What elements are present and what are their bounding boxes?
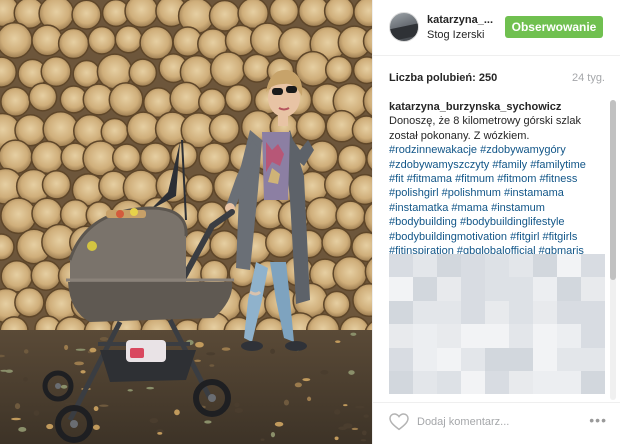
blur-cell	[389, 347, 414, 372]
blur-cell	[485, 347, 510, 372]
blur-cell	[485, 371, 510, 394]
hashtag-link[interactable]: #zdobywamygóry	[480, 144, 566, 156]
hashtag-link[interactable]: #instamatka	[389, 202, 448, 214]
heart-outline-icon[interactable]	[389, 413, 409, 431]
post-header: katarzyna_... Stog Izerski Obserwowanie	[373, 0, 620, 56]
hashtag-link[interactable]: #fitgirl	[510, 231, 539, 243]
avatar[interactable]	[389, 12, 419, 42]
more-options-icon[interactable]: •••	[589, 412, 607, 428]
hashtag-link[interactable]: #fitgirls	[543, 231, 578, 243]
follow-button[interactable]: Obserwowanie	[505, 16, 603, 38]
blur-cell	[461, 371, 486, 394]
location-link[interactable]: Stog Izerski	[427, 29, 484, 41]
hashtag-link[interactable]: #family	[492, 159, 527, 171]
blur-cell	[485, 324, 510, 349]
blur-cell	[485, 300, 510, 325]
blur-cell	[461, 324, 486, 349]
hashtag-link[interactable]: #fitmama	[407, 173, 452, 185]
post-caption: katarzyna_burzynska_sychowicz Donoszę, ż…	[389, 100, 599, 258]
comment-input[interactable]	[417, 412, 567, 432]
blur-cell	[581, 371, 605, 394]
blur-cell	[389, 254, 414, 278]
post-side-panel: katarzyna_... Stog Izerski Obserwowanie …	[372, 0, 620, 444]
hashtag-link[interactable]: #bodybuilding	[389, 216, 457, 228]
hashtag-link[interactable]: #fit	[389, 173, 404, 185]
blur-cell	[581, 347, 605, 372]
scrollbar-thumb[interactable]	[610, 100, 616, 280]
hashtag-link[interactable]: #fitness	[539, 173, 577, 185]
blur-cell	[533, 371, 558, 394]
blur-cell	[581, 277, 605, 302]
hashtag-link[interactable]: #bodybuildinglifestyle	[460, 216, 565, 228]
blur-cell	[509, 371, 534, 394]
blur-cell	[557, 324, 582, 349]
blur-cell	[437, 254, 462, 278]
blur-cell	[533, 324, 558, 349]
post-viewer: katarzyna_... Stog Izerski Obserwowanie …	[0, 0, 620, 444]
blur-cell	[557, 300, 582, 325]
post-stats: Liczba polubień: 250 24 tyg.	[389, 72, 605, 86]
photo-illustration	[0, 0, 372, 444]
blur-cell	[557, 254, 582, 278]
blur-cell	[509, 277, 534, 302]
blur-cell	[509, 324, 534, 349]
blur-cell	[533, 277, 558, 302]
blur-cell	[389, 300, 414, 325]
blur-cell	[461, 277, 486, 302]
hashtag-link[interactable]: #polishgirl	[389, 187, 439, 199]
blur-cell	[437, 324, 462, 349]
blur-cell	[389, 324, 414, 349]
blur-cell	[413, 324, 438, 349]
blur-cell	[413, 347, 438, 372]
blur-cell	[509, 347, 534, 372]
blur-cell	[557, 277, 582, 302]
blur-cell	[437, 347, 462, 372]
blur-cell	[461, 347, 486, 372]
blurred-comments	[389, 254, 605, 394]
blur-cell	[485, 277, 510, 302]
blur-cell	[485, 254, 510, 278]
username-link[interactable]: katarzyna_...	[427, 14, 493, 26]
blur-cell	[461, 300, 486, 325]
hashtag-link[interactable]: #fitmum	[455, 173, 494, 185]
hashtag-link[interactable]: #fitmom	[497, 173, 536, 185]
blur-cell	[461, 254, 486, 278]
hashtag-link[interactable]: #bodybuildingmotivation	[389, 231, 507, 243]
blur-cell	[533, 300, 558, 325]
hashtag-link[interactable]: #familytime	[530, 159, 586, 171]
blur-cell	[413, 300, 438, 325]
blur-cell	[533, 347, 558, 372]
blur-cell	[533, 254, 558, 278]
caption-text: Donoszę, że 8 kilometrowy górski szlak z…	[389, 115, 581, 142]
likes-count[interactable]: Liczba polubień: 250	[389, 72, 497, 84]
caption-scrollbar[interactable]	[610, 100, 616, 400]
hashtag-link[interactable]: #instamama	[504, 187, 564, 199]
caption-username-link[interactable]: katarzyna_burzynska_sychowicz	[389, 101, 561, 113]
blur-cell	[437, 277, 462, 302]
blur-cell	[437, 300, 462, 325]
hashtag-link[interactable]: #rodzinnewakacje	[389, 144, 477, 156]
blur-cell	[509, 254, 534, 278]
blur-cell	[413, 277, 438, 302]
blur-cell	[557, 347, 582, 372]
hashtag-link[interactable]: #zdobywamyszczyty	[389, 159, 489, 171]
hashtag-link[interactable]: #mama	[451, 202, 488, 214]
post-age[interactable]: 24 tyg.	[572, 72, 605, 84]
post-footer: •••	[373, 402, 620, 444]
blur-cell	[437, 371, 462, 394]
hashtag-link[interactable]: #polishmum	[442, 187, 501, 199]
blur-cell	[413, 254, 438, 278]
hashtag-link[interactable]: #instamum	[491, 202, 545, 214]
blur-cell	[581, 254, 605, 278]
post-photo[interactable]	[0, 0, 372, 444]
blur-cell	[557, 371, 582, 394]
blur-cell	[389, 277, 414, 302]
blur-cell	[413, 371, 438, 394]
blur-cell	[389, 371, 414, 394]
blur-cell	[581, 300, 605, 325]
blur-cell	[509, 300, 534, 325]
caption-hashtags: #rodzinnewakacje #zdobywamygóry #zdobywa…	[389, 144, 586, 257]
blur-cell	[581, 324, 605, 349]
